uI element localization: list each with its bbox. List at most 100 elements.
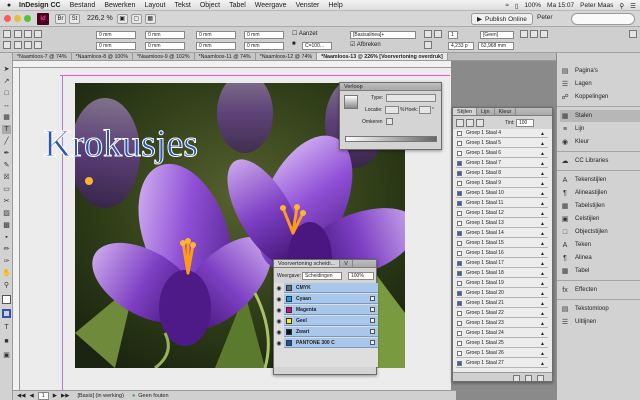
tab-v[interactable]: V (340, 260, 353, 267)
minimize-window-button[interactable] (14, 15, 21, 22)
publish-online-button[interactable]: ▶ Publish Online (471, 13, 533, 25)
eye-icon[interactable]: ◉ (275, 307, 283, 314)
menu-tekst[interactable]: Tekst (174, 2, 190, 9)
right-indent-field[interactable]: 0 mm (145, 31, 185, 39)
dock-uitlijnen[interactable]: ☰ Uitlijnen (560, 316, 640, 328)
fill-color-icon[interactable] (2, 295, 11, 304)
numbering-icon[interactable] (434, 30, 442, 38)
page-tool-icon[interactable]: □ (2, 89, 11, 98)
new-swatch-icon[interactable] (525, 375, 532, 381)
fill-stroke-icon[interactable] (456, 119, 464, 127)
dock-cc-libraries[interactable]: ☁ CC Libraries (560, 155, 640, 167)
tab-naamloos-11[interactable]: *Naamloos-11 @ 74% (194, 53, 256, 60)
gradient-type-dropdown[interactable] (386, 94, 436, 102)
baseline-grid-icon[interactable] (424, 41, 432, 49)
eye-icon[interactable]: ◉ (275, 340, 283, 347)
close-window-button[interactable] (4, 15, 11, 22)
list-item[interactable]: Groep 1 Staal 12 ▲ (456, 209, 548, 218)
location-field[interactable] (385, 106, 399, 114)
shading-color-dropdown[interactable]: C=100... (302, 42, 332, 50)
prev-page-icon[interactable]: ◀ (29, 393, 33, 399)
screen-mode-icon[interactable]: ▢ (130, 13, 142, 24)
list-item[interactable]: Groep 1 Staal 13 ▲ (456, 219, 548, 228)
ink-row-pantone[interactable]: PANTONE 300 C (284, 338, 378, 348)
zoom-window-button[interactable] (24, 15, 31, 22)
rectangle-tool-icon[interactable]: ▭ (2, 185, 11, 194)
list-item[interactable]: Groep 1 Staal 16 ▲ (456, 249, 548, 258)
first-page-icon[interactable]: ◀◀ (17, 393, 25, 399)
dock-tabel[interactable]: ▦ Tabel (560, 265, 640, 277)
text-frame-options-icon[interactable] (3, 30, 11, 38)
list-item[interactable]: Groep 1 Staal 26 ▲ (456, 349, 548, 358)
rectangle-frame-tool-icon[interactable]: ☒ (2, 173, 11, 182)
text-fill-icon[interactable] (476, 119, 484, 127)
hand-tool-icon[interactable]: ✋ (2, 269, 11, 278)
list-item[interactable]: Groep 1 Staal 11 ▲ (456, 199, 548, 208)
columns-field[interactable]: 1 (448, 31, 458, 39)
verloop-titlebar[interactable]: Verloop (340, 83, 441, 91)
gradient-swatch-tool-icon[interactable]: ▩ (2, 221, 11, 230)
language-dropdown[interactable]: [Geen] (480, 31, 514, 39)
spotlight-icon[interactable]: ⚲ (619, 2, 624, 10)
first-line-indent-field[interactable]: 0 mm (96, 42, 136, 50)
content-collector-icon[interactable]: ▦ (2, 113, 11, 122)
justify-all-icon[interactable] (34, 41, 42, 49)
list-item[interactable]: Groep 1 Staal 14 ▲ (456, 229, 548, 238)
dock-alinea[interactable]: ¶ Alinea (560, 252, 640, 264)
next-page-icon[interactable]: ▶ (53, 393, 57, 399)
align-center-icon[interactable] (24, 30, 32, 38)
eye-icon[interactable]: ◉ (275, 318, 283, 325)
container-icon[interactable] (466, 119, 474, 127)
pen-tool-icon[interactable]: ✒ (2, 149, 11, 158)
dock-stalen[interactable]: ▦ Stalen (560, 110, 640, 122)
list-item[interactable]: Groep 1 Staal 22 ▲ (456, 309, 548, 318)
drop-cap-lines-field[interactable]: 0 mm (244, 31, 284, 39)
free-transform-tool-icon[interactable]: ▨ (2, 209, 11, 218)
ink-row-cyaan[interactable]: Cyaan (284, 294, 378, 304)
gradient-ramp[interactable] (345, 136, 437, 142)
menu-bestand[interactable]: Bestand (70, 2, 96, 9)
view-options-icon[interactable]: ▣ (116, 13, 128, 24)
paragraph-mode-icon[interactable] (3, 41, 11, 49)
page-number-field[interactable]: 1 (37, 391, 49, 400)
list-item[interactable]: Groep 1 Staal 20 ▲ (456, 289, 548, 298)
selection-tool-icon[interactable]: ➤ (2, 65, 11, 74)
bridge-icon[interactable]: Br (55, 13, 66, 24)
paragraph-style-dropdown[interactable]: [Basisalinea]+ (350, 31, 416, 39)
list-item[interactable]: Groep 1 Staal 6 ▲ (456, 149, 548, 158)
horizontal-ruler[interactable] (13, 61, 451, 68)
gradient-preview[interactable] (344, 95, 358, 109)
list-item[interactable]: Groep 1 Staal 17 ▲ (456, 259, 548, 268)
scissors-tool-icon[interactable]: ✂ (2, 197, 11, 206)
list-item[interactable]: Groep 1 Staal 19 ▲ (456, 279, 548, 288)
eye-icon[interactable]: ◉ (275, 296, 283, 303)
gutter-field[interactable]: 4,233 p (448, 42, 474, 50)
battery-icon[interactable]: ▯ (515, 2, 519, 10)
list-item[interactable]: Groep 1 Staal 8 ▲ (456, 169, 548, 178)
menu-weergave[interactable]: Weergave (255, 2, 287, 9)
tab-naamloos-9[interactable]: *Naamloos-9 @ 102% (133, 53, 195, 60)
dock-paginas[interactable]: ▤ Pagina's (560, 65, 640, 77)
new-swatch-group-icon[interactable] (513, 375, 520, 381)
menu-object[interactable]: Object (200, 2, 220, 9)
dock-tekenstijlen[interactable]: A Tekenstijlen (560, 174, 640, 186)
type-tool-icon[interactable]: T (2, 125, 11, 134)
note-tool-icon[interactable]: ✏ (2, 245, 11, 254)
stock-icon[interactable]: St (69, 13, 80, 24)
kleur-icon[interactable]: ■ (292, 41, 296, 47)
span-columns-icon[interactable] (520, 30, 528, 38)
tab-stijlen[interactable]: Stijlen (453, 108, 477, 115)
tint-field[interactable]: 100 (516, 119, 534, 127)
eyedropper-tool-icon[interactable]: ✑ (2, 257, 11, 266)
master-style-status[interactable]: [Basis] (in werking) (77, 393, 123, 399)
drop-cap-chars-field[interactable]: 0 mm (244, 42, 284, 50)
gradient-feather-tool-icon[interactable]: ▪ (2, 233, 11, 242)
eye-icon[interactable]: ◉ (275, 285, 283, 292)
tab-naamloos-8[interactable]: *Naamloos-8 @ 100% (71, 53, 134, 60)
afbreken-checkbox[interactable]: ☑ Afbreken (350, 41, 381, 48)
list-item[interactable]: Groep 1 Staal 10 ▲ (456, 189, 548, 198)
list-item[interactable]: Groep 1 Staal 27 ▲ (456, 359, 548, 368)
dock-lijn[interactable]: ≡ Lijn (560, 123, 640, 135)
dock-koppelingen[interactable]: ☍ Koppelingen (560, 91, 640, 103)
apple-icon[interactable]: ● (5, 2, 13, 9)
